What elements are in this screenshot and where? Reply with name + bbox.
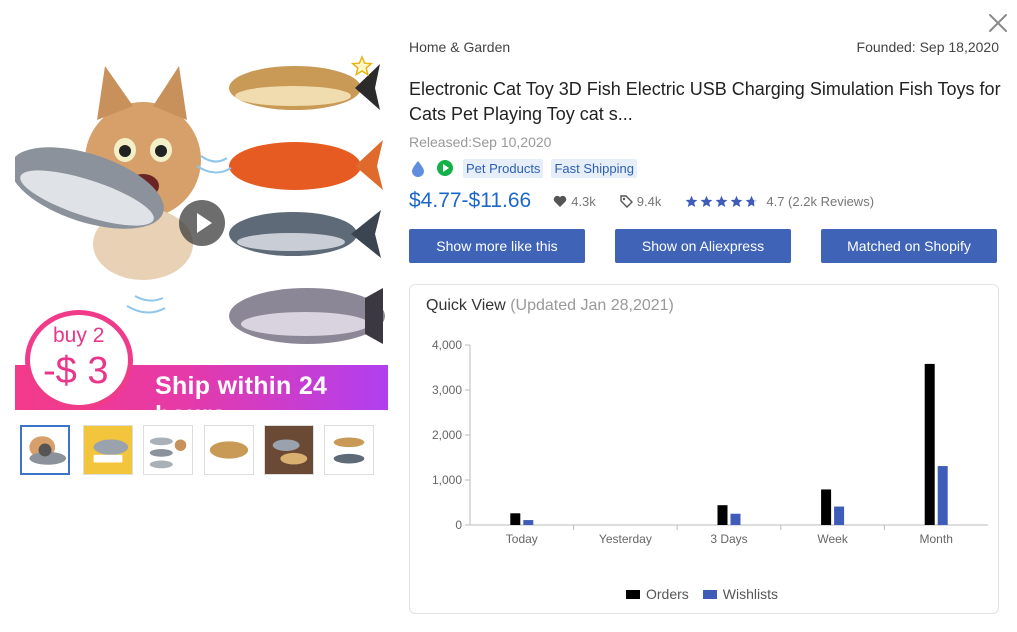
star-icon bbox=[730, 195, 743, 207]
founded-date: Founded: Sep 18,2020 bbox=[856, 39, 999, 55]
thumbnail[interactable] bbox=[143, 425, 193, 475]
likes-count: 4.3k bbox=[571, 193, 596, 209]
quick-view-title: Quick View (Updated Jan 28,2021) bbox=[426, 297, 674, 315]
bar-wishlists bbox=[937, 466, 948, 525]
quick-view-panel: Quick View (Updated Jan 28,2021) 0 1,000 2… bbox=[409, 284, 999, 614]
legend-label: Orders bbox=[646, 586, 689, 602]
play-video-button[interactable] bbox=[179, 200, 225, 246]
y-tick-label: 4,000 bbox=[432, 338, 462, 352]
tags-count: 9.4k bbox=[636, 193, 662, 209]
show-on-aliexpress-button[interactable]: Show on Aliexpress bbox=[615, 229, 791, 263]
promo-buy-text: buy 2 bbox=[53, 324, 105, 347]
legend-label: Wishlists bbox=[722, 586, 779, 602]
x-tick-label: Today bbox=[506, 532, 538, 546]
promo-banner-text: Ship within 24 hours bbox=[155, 372, 328, 410]
star-icon bbox=[715, 195, 728, 207]
price-row: $4.77-$11.66 4.3k 9.4k 4.7 (2.2k Reviews… bbox=[409, 186, 874, 216]
show-more-like-this-button[interactable]: Show more like this bbox=[409, 229, 585, 263]
quick-view-label: Quick View bbox=[426, 297, 506, 314]
bar-wishlists bbox=[730, 513, 741, 525]
legend-swatch bbox=[702, 589, 717, 599]
product-title: Electronic Cat Toy 3D Fish Electric USB … bbox=[409, 79, 1001, 124]
bar-orders bbox=[821, 489, 832, 525]
matched-on-shopify-button[interactable]: Matched on Shopify bbox=[821, 229, 997, 263]
water-drop-icon bbox=[412, 161, 424, 177]
bar-orders bbox=[717, 505, 728, 525]
heart-icon bbox=[553, 195, 567, 207]
thumbnail[interactable] bbox=[83, 425, 133, 475]
close-icon bbox=[989, 14, 1007, 32]
thumbnail[interactable] bbox=[324, 425, 374, 475]
tag-icon bbox=[620, 194, 633, 208]
bar-orders bbox=[510, 513, 521, 525]
price: $4.77-$11.66 bbox=[409, 189, 532, 212]
thumbnail[interactable] bbox=[264, 425, 314, 475]
fish-illustration bbox=[229, 210, 381, 258]
quick-view-chart: 0 1,000 2,000 3,000 4,000 Today Yesterday 3 Day… bbox=[432, 338, 988, 546]
rating-stars bbox=[685, 195, 760, 208]
play-circle-icon bbox=[437, 160, 453, 176]
thumbnail[interactable] bbox=[204, 425, 254, 475]
thumbnail[interactable] bbox=[20, 425, 70, 475]
tags-row: Pet Products Fast Shipping bbox=[409, 157, 645, 179]
bar-orders bbox=[924, 363, 935, 525]
chart-legend: Orders Wishlists bbox=[626, 586, 792, 602]
tag-fast-shipping[interactable]: Fast Shipping bbox=[551, 158, 637, 178]
fish-illustration bbox=[229, 288, 385, 344]
rating-text: 4.7 (2.2k Reviews) bbox=[766, 193, 875, 209]
product-main-image: Ship within 24 hours buy 2 -$ 3 bbox=[15, 48, 388, 410]
close-button[interactable] bbox=[987, 12, 1009, 34]
bar-wishlists bbox=[523, 520, 534, 525]
bar-wishlists bbox=[834, 506, 845, 525]
y-tick-label: 1,000 bbox=[432, 473, 462, 487]
favorite-button[interactable] bbox=[351, 55, 373, 77]
likes-stat: 4.3k bbox=[553, 194, 596, 209]
released-date: Released:Sep 10,2020 bbox=[409, 134, 552, 150]
tag-pet-products[interactable]: Pet Products bbox=[463, 158, 544, 178]
legend-item-orders[interactable]: Orders bbox=[626, 586, 689, 602]
x-tick-label: Week bbox=[817, 532, 848, 546]
star-icon bbox=[745, 195, 758, 207]
legend-swatch bbox=[626, 589, 640, 599]
x-tick-label: Yesterday bbox=[599, 532, 652, 546]
quick-view-updated: (Updated Jan 28,2021) bbox=[510, 297, 674, 314]
star-icon bbox=[700, 195, 713, 207]
x-tick-label: 3 Days bbox=[710, 532, 747, 546]
y-tick-label: 3,000 bbox=[432, 383, 462, 397]
y-tick-label: 0 bbox=[455, 518, 462, 532]
product-category: Home & Garden bbox=[409, 39, 511, 55]
star-outline-icon bbox=[351, 55, 373, 77]
tags-stat: 9.4k bbox=[620, 193, 662, 209]
promo-amount-text: -$ 3 bbox=[43, 350, 109, 392]
fish-illustration bbox=[229, 140, 383, 190]
star-icon bbox=[685, 195, 698, 207]
y-tick-label: 2,000 bbox=[432, 428, 462, 442]
legend-item-wishlists[interactable]: Wishlists bbox=[702, 586, 779, 602]
x-tick-label: Month bbox=[920, 532, 953, 546]
